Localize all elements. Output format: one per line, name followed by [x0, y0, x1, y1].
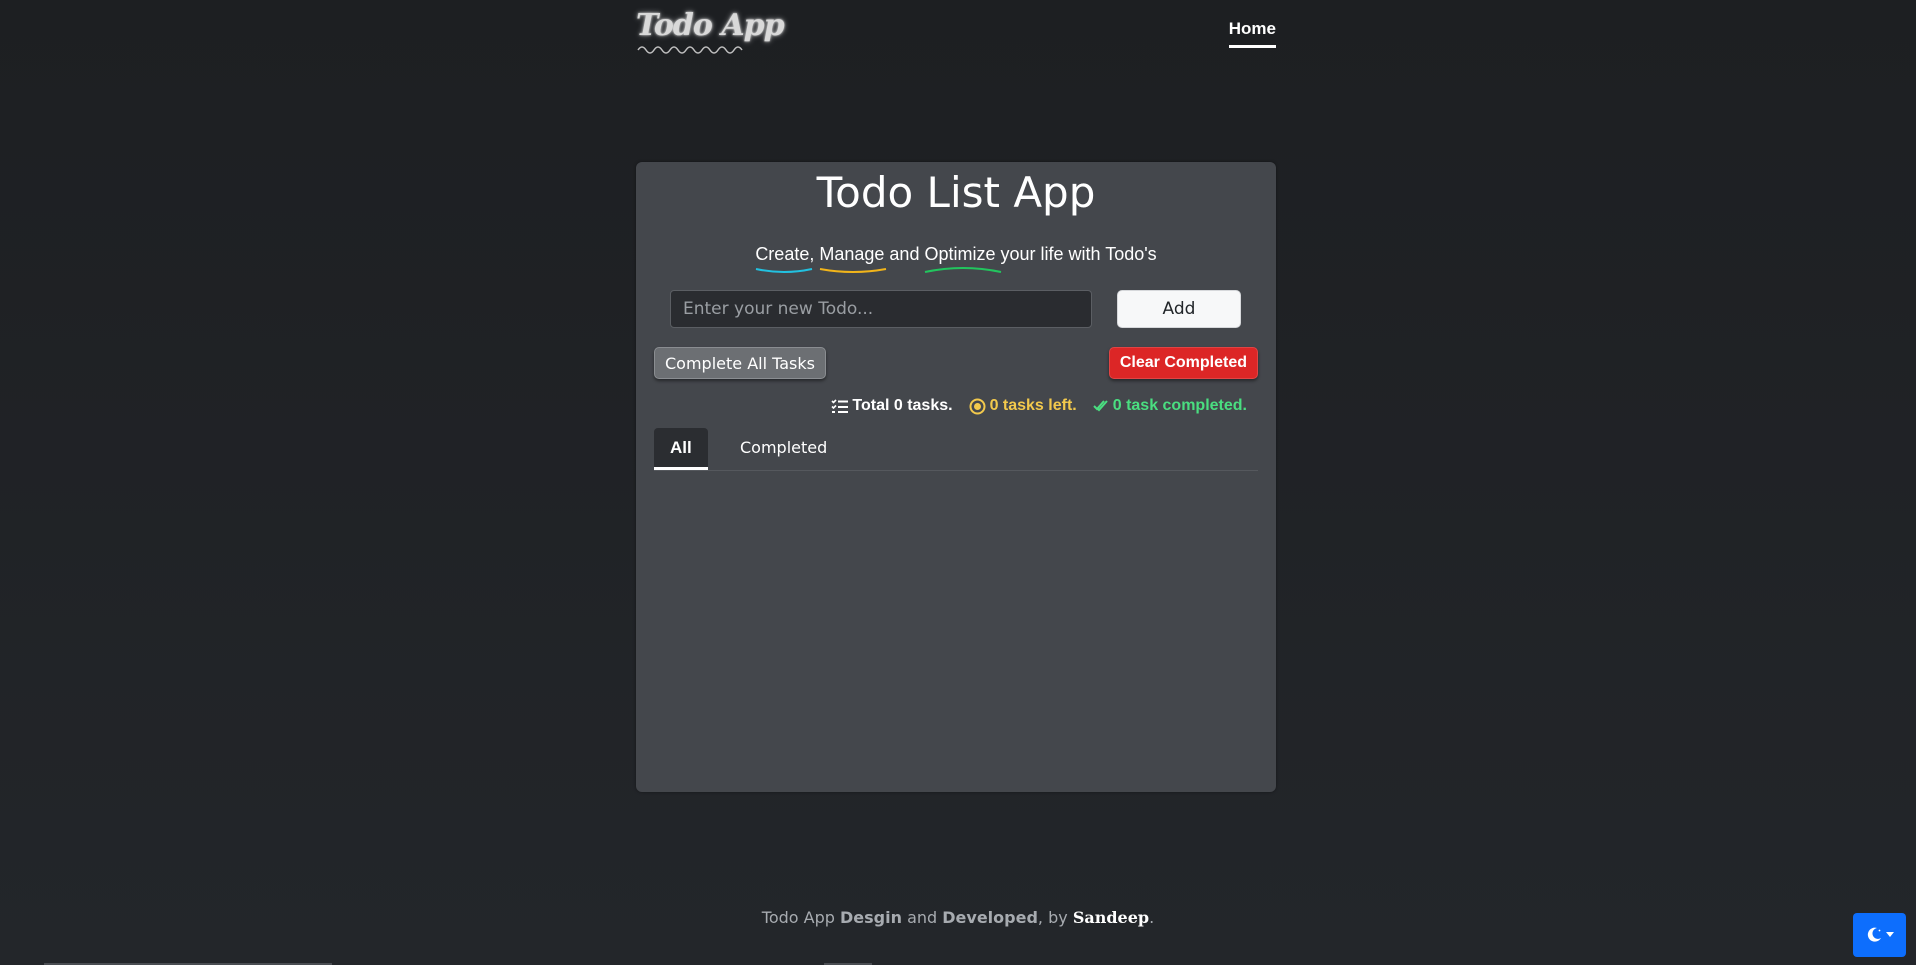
stat-left: 0 tasks left.	[969, 397, 1077, 415]
subtitle-manage: Manage	[819, 244, 887, 273]
logo-text: Todo App	[636, 8, 785, 43]
moon-icon	[1867, 927, 1881, 942]
subtitle-optimize: Optimize	[924, 244, 1002, 273]
filter-tabs: All Completed	[654, 428, 1258, 471]
task-stats: Total 0 tasks. 0 tasks left. 0 task comp…	[831, 397, 1247, 415]
tab-all[interactable]: All	[654, 428, 708, 470]
add-button[interactable]: Add	[1117, 290, 1241, 328]
task-list	[654, 472, 1258, 772]
clear-completed-button[interactable]: Clear Completed	[1108, 347, 1258, 379]
underline-yellow	[820, 268, 887, 273]
stat-completed: 0 task completed.	[1093, 397, 1247, 415]
circle-dot-icon	[969, 398, 986, 414]
todo-card: Todo List App Create , Manage and Optimi…	[636, 162, 1276, 792]
navbar: Todo App Home	[636, 0, 1276, 62]
logo[interactable]: Todo App	[636, 6, 785, 54]
theme-toggle-button[interactable]	[1853, 913, 1906, 957]
page-title: Todo List App	[816, 168, 1096, 217]
subtitle-create: Create	[755, 244, 813, 273]
caret-down-icon	[1886, 932, 1894, 937]
double-check-icon	[1093, 400, 1108, 412]
footer-author: Sandeep	[1072, 908, 1150, 927]
tab-completed[interactable]: Completed	[724, 428, 843, 468]
logo-squiggle	[637, 46, 743, 54]
todo-input[interactable]	[670, 290, 1092, 328]
subtitle: Create , Manage and Optimize your life w…	[636, 244, 1276, 273]
underline-cyan	[756, 268, 813, 273]
complete-all-button[interactable]: Complete All Tasks	[654, 347, 826, 379]
nav-home-link[interactable]: Home	[1228, 19, 1276, 48]
footer-design: Desgin	[840, 908, 902, 927]
underline-green	[925, 267, 1002, 273]
stat-total: Total 0 tasks.	[831, 397, 953, 415]
list-check-icon	[831, 398, 849, 413]
footer-developed: Developed	[942, 908, 1038, 927]
footer: Todo App Desgin and Developed, by Sandee…	[761, 908, 1155, 927]
